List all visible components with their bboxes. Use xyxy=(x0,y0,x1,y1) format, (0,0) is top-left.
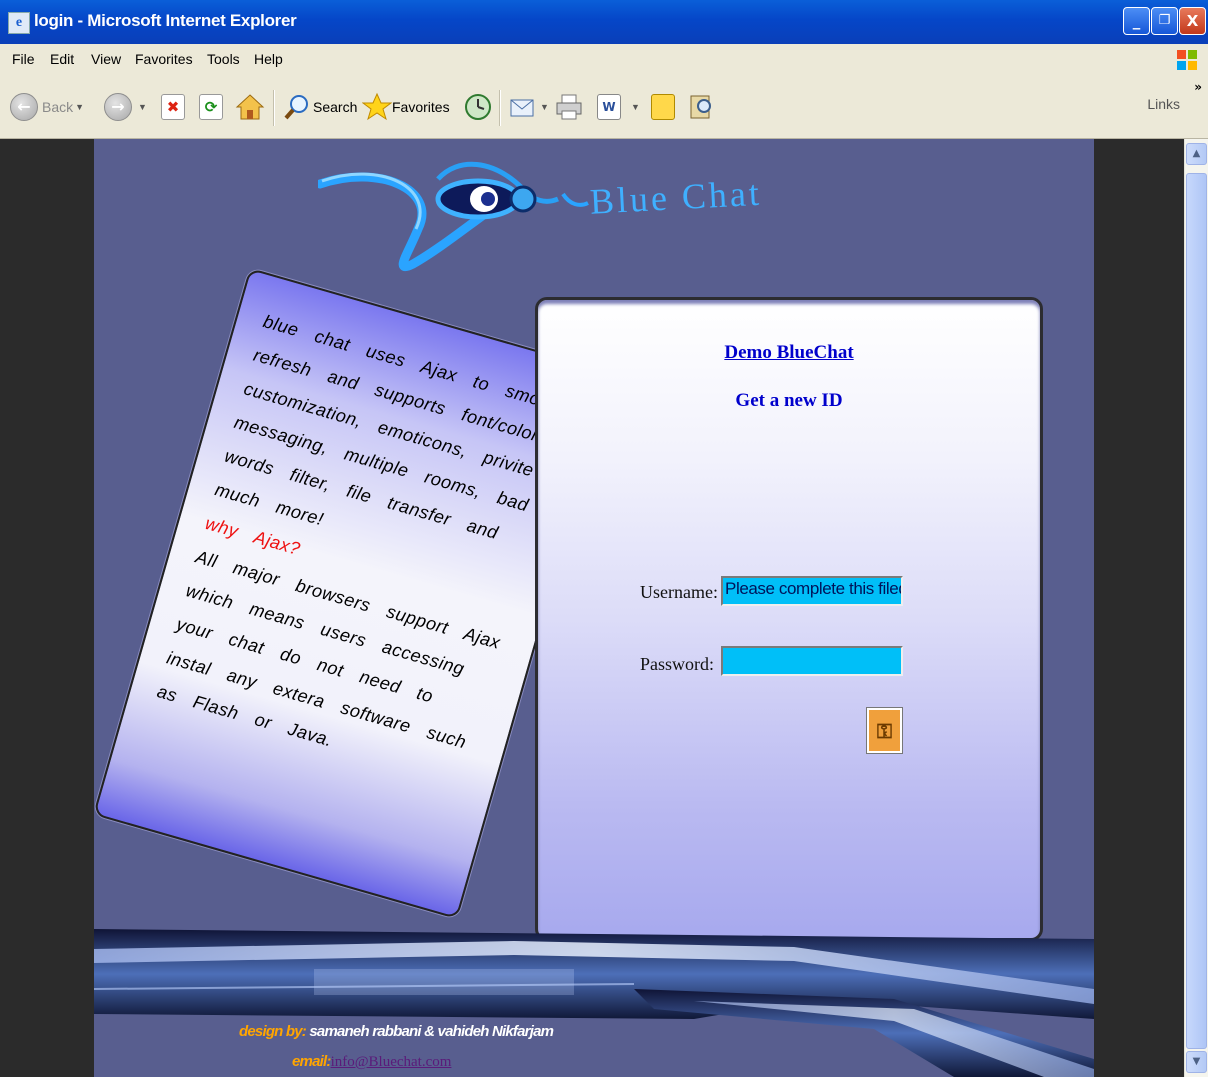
search-label: Search xyxy=(313,99,358,115)
login-submit-button[interactable]: ⚿ xyxy=(866,707,903,754)
close-button[interactable]: X xyxy=(1179,7,1206,35)
scroll-up-button[interactable]: ▲ xyxy=(1186,143,1207,165)
bluechat-logo: Blue Chat xyxy=(318,161,763,271)
username-label: Username: xyxy=(640,582,718,602)
refresh-button[interactable]: ⟳ xyxy=(199,90,223,124)
login-panel: Demo BlueChat Get a new ID Username: Ple… xyxy=(535,297,1043,941)
research-icon xyxy=(690,95,711,119)
demo-bluechat-link[interactable]: Demo BlueChat xyxy=(538,342,1040,364)
toolbar: ← Back ▼ → ▼ ✖ ⟳ Search Favorites ▼ W ▼ … xyxy=(0,76,1208,139)
back-dropdown-icon[interactable]: ▼ xyxy=(75,102,84,112)
menu-favorites[interactable]: Favorites xyxy=(135,51,193,67)
menu-tools[interactable]: Tools xyxy=(207,51,240,67)
menu-view[interactable]: View xyxy=(91,51,121,67)
footer: design by: samaneh rabbani & vahideh Nik… xyxy=(94,1011,1094,1077)
design-prefix: design by: xyxy=(239,1023,307,1040)
info-card-text: blue chat uses Ajax to smooly refresh an… xyxy=(153,304,576,796)
back-arrow-icon: ← xyxy=(10,93,38,121)
password-input[interactable] xyxy=(721,646,903,676)
design-credit: design by: samaneh rabbani & vahideh Nik… xyxy=(239,1023,554,1040)
edit-button[interactable]: W ▼ xyxy=(597,90,640,124)
scroll-down-button[interactable]: ▼ xyxy=(1186,1051,1207,1073)
toolbar-separator xyxy=(273,90,275,126)
home-icon xyxy=(235,94,265,120)
minimize-button[interactable]: _ xyxy=(1123,7,1150,35)
links-bar[interactable]: Links xyxy=(1147,96,1180,112)
toolbar-chevron-icon[interactable]: » xyxy=(1194,80,1202,94)
menu-file[interactable]: File xyxy=(12,51,35,67)
print-icon xyxy=(556,94,582,120)
restore-button[interactable]: ❐ xyxy=(1151,7,1178,35)
windows-logo-icon xyxy=(1177,50,1197,70)
back-button[interactable]: ← Back ▼ xyxy=(10,90,84,124)
mail-icon xyxy=(510,99,534,117)
favorites-star-icon xyxy=(362,92,392,121)
get-new-id-link[interactable]: Get a new ID xyxy=(538,390,1040,412)
favorites-label: Favorites xyxy=(392,99,450,115)
email-credit: email:info@Bluechat.com xyxy=(292,1053,451,1071)
bluechat-page: Blue Chat blue chat uses Ajax to smooly … xyxy=(94,139,1094,1077)
refresh-icon: ⟳ xyxy=(199,94,223,120)
forward-arrow-icon: → xyxy=(104,93,132,121)
browser-viewport: Blue Chat blue chat uses Ajax to smooly … xyxy=(0,139,1184,1077)
scrollbar-thumb[interactable] xyxy=(1186,173,1207,1049)
menu-edit[interactable]: Edit xyxy=(50,51,74,67)
history-icon xyxy=(465,94,491,120)
menu-help[interactable]: Help xyxy=(254,51,283,67)
mail-dropdown-icon[interactable]: ▼ xyxy=(540,102,549,112)
username-input[interactable]: Please complete this filed xyxy=(721,576,903,606)
ie-page-icon: e xyxy=(8,12,30,34)
discuss-button[interactable] xyxy=(651,90,675,124)
toolbar-separator xyxy=(499,90,501,126)
favorites-button[interactable]: Favorites xyxy=(362,90,450,124)
info-paragraph: blue chat uses Ajax to smooly refresh an… xyxy=(212,311,567,544)
email-prefix: email: xyxy=(292,1053,331,1070)
forward-button[interactable]: → ▼ xyxy=(104,90,147,124)
history-button[interactable] xyxy=(463,90,493,124)
stop-icon: ✖ xyxy=(161,94,185,120)
home-button[interactable] xyxy=(235,90,265,124)
window-title: login - Microsoft Internet Explorer xyxy=(34,11,297,30)
edit-dropdown-icon[interactable]: ▼ xyxy=(631,102,640,112)
forward-dropdown-icon[interactable]: ▼ xyxy=(138,102,147,112)
print-button[interactable] xyxy=(554,90,584,124)
note-icon xyxy=(651,94,675,120)
password-label: Password: xyxy=(640,654,715,674)
logo-text: Blue Chat xyxy=(589,173,763,222)
back-label: Back xyxy=(42,99,74,115)
stop-button[interactable]: ✖ xyxy=(161,90,185,124)
email-link[interactable]: info@Bluechat.com xyxy=(331,1054,452,1070)
mail-button[interactable]: ▼ xyxy=(508,90,549,124)
search-button[interactable]: Search xyxy=(283,90,357,124)
design-names: samaneh rabbani & vahideh Nikfarjam xyxy=(309,1023,554,1040)
menu-bar: File Edit View Favorites Tools Help xyxy=(0,44,1208,77)
title-bar: e login - Microsoft Internet Explorer _ … xyxy=(0,0,1208,44)
word-edit-icon: W xyxy=(597,94,621,120)
key-icon: ⚿ xyxy=(876,718,893,743)
vertical-scrollbar[interactable]: ▲ ▼ xyxy=(1184,139,1208,1077)
search-icon xyxy=(284,95,308,120)
research-button[interactable] xyxy=(687,90,715,124)
